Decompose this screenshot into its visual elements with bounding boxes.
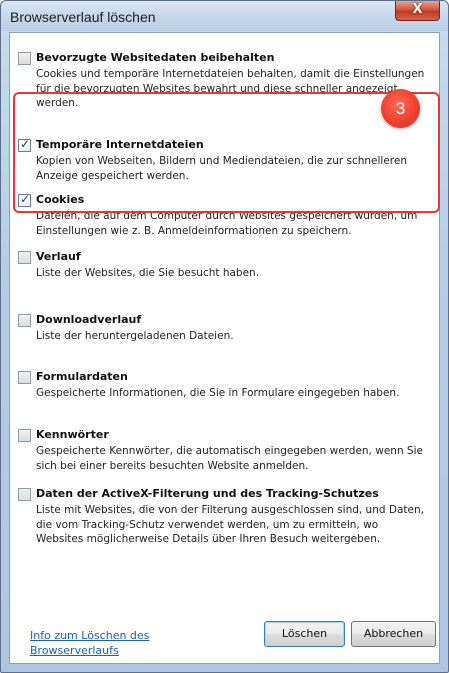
title-bar[interactable]: Browserverlauf löschen X — [1, 1, 448, 31]
checkbox-history[interactable]: ✓ — [18, 251, 31, 264]
dialog-window: Browserverlauf löschen X ✓ Bevorzugte We… — [0, 0, 449, 673]
checkbox-activex-tracking[interactable]: ✓ — [18, 488, 31, 501]
close-icon: X — [412, 2, 423, 17]
option-description: Liste mit Websites, die von der Filterun… — [36, 504, 424, 545]
option-description: Gespeicherte Kennwörter, die automatisch… — [36, 445, 423, 472]
option-title: Kennwörter — [36, 428, 109, 441]
option-title: Daten der ActiveX-Filterung und des Trac… — [36, 487, 379, 500]
option-description: Dateien, die auf dem Computer durch Webs… — [36, 210, 418, 237]
option-title: Formulardaten — [36, 370, 128, 383]
delete-button[interactable]: Löschen — [264, 621, 345, 647]
annotation-highlight-box — [13, 92, 440, 213]
checkbox-form-data[interactable]: ✓ — [18, 371, 31, 384]
option-title: Bevorzugte Websitedaten beibehalten — [36, 51, 275, 64]
checkbox-passwords[interactable]: ✓ — [18, 429, 31, 442]
info-link[interactable]: Info zum Löschen des Browserverlaufs — [30, 628, 180, 658]
option-description: Liste der heruntergeladenen Dateien. — [36, 330, 234, 342]
option-title: Verlauf — [36, 250, 81, 263]
checkbox-download-history[interactable]: ✓ — [18, 314, 31, 327]
option-title: Downloadverlauf — [36, 313, 142, 326]
checkbox-keep-favorites[interactable]: ✓ — [18, 52, 31, 65]
option-description: Liste der Websites, die Sie besucht habe… — [36, 267, 260, 279]
close-button[interactable]: X — [395, 1, 440, 21]
annotation-step-badge: 3 — [381, 89, 420, 128]
window-title: Browserverlauf löschen — [10, 9, 156, 25]
cancel-button[interactable]: Abbrechen — [351, 621, 436, 647]
option-description: Gespeicherte Informationen, die Sie in F… — [36, 387, 400, 399]
